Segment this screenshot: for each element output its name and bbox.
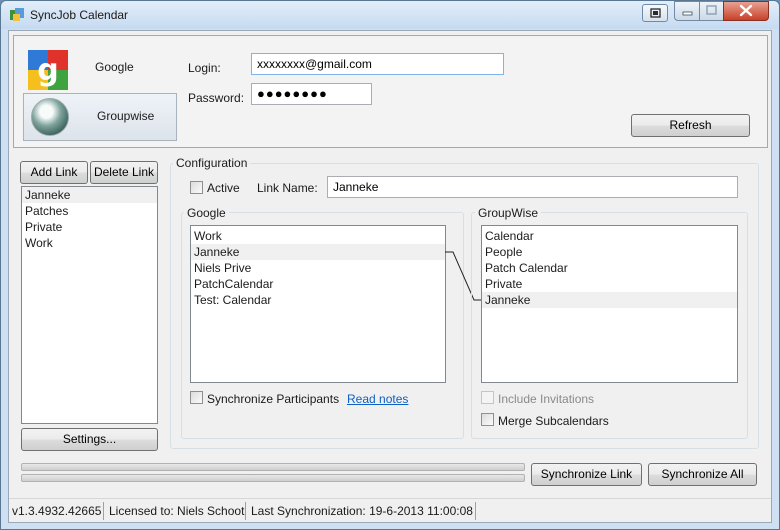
list-item[interactable]: PatchCalendar xyxy=(191,276,445,292)
merge-subcalendars-checkbox[interactable] xyxy=(481,413,494,426)
svg-text:g: g xyxy=(37,53,58,88)
groupwise-logo-icon xyxy=(31,98,69,136)
list-item[interactable]: Calendar xyxy=(482,228,737,244)
main-client-area: g Google Groupwise Login: Password: ●●●●… xyxy=(8,30,772,523)
last-sync-text: Last Synchronization: 19-6-2013 11:00:08 xyxy=(251,504,473,518)
active-label: Active xyxy=(207,181,240,195)
sync-participants-checkbox[interactable] xyxy=(190,391,203,404)
title-bar[interactable]: SyncJob Calendar xyxy=(1,1,779,29)
restore-window-icon xyxy=(650,8,661,18)
groupwise-calendar-list[interactable]: Calendar People Patch Calendar Private J… xyxy=(481,225,738,383)
login-input[interactable] xyxy=(251,53,504,75)
status-divider xyxy=(475,502,476,520)
tab-groupwise[interactable]: Groupwise xyxy=(23,93,177,141)
link-name-input[interactable] xyxy=(327,176,738,198)
links-list[interactable]: Janneke Patches Private Work xyxy=(21,186,158,424)
compact-view-button[interactable] xyxy=(642,4,668,22)
tab-google-label: Google xyxy=(95,60,134,74)
list-item[interactable]: Patch Calendar xyxy=(482,260,737,276)
close-icon xyxy=(739,4,753,17)
login-label: Login: xyxy=(188,61,221,75)
list-item[interactable]: Janneke xyxy=(482,292,737,308)
tab-groupwise-label: Groupwise xyxy=(97,109,155,123)
configuration-title: Configuration xyxy=(173,156,251,170)
list-item[interactable]: Patches xyxy=(22,203,157,219)
refresh-button[interactable]: Refresh xyxy=(631,114,750,137)
password-input[interactable]: ●●●●●●●● xyxy=(251,83,372,105)
minimize-icon xyxy=(682,11,693,16)
add-link-button[interactable]: Add Link xyxy=(20,161,88,184)
list-item[interactable]: Private xyxy=(482,276,737,292)
window-title: SyncJob Calendar xyxy=(30,8,129,22)
groupwise-group-title: GroupWise xyxy=(475,206,542,220)
link-name-label: Link Name: xyxy=(257,181,318,195)
include-invitations-label: Include Invitations xyxy=(498,392,595,406)
google-logo-icon: g xyxy=(28,50,68,90)
merge-subcalendars-label: Merge Subcalendars xyxy=(498,414,609,428)
settings-button[interactable]: Settings... xyxy=(21,428,158,451)
google-group-title: Google xyxy=(184,206,229,220)
list-item[interactable]: People xyxy=(482,244,737,260)
maximize-button[interactable] xyxy=(699,1,724,21)
list-item[interactable]: Janneke xyxy=(191,244,445,260)
minimize-button[interactable] xyxy=(674,1,700,21)
sync-all-button[interactable]: Synchronize All xyxy=(648,463,757,486)
list-item[interactable]: Work xyxy=(191,228,445,244)
list-item[interactable]: Test: Calendar xyxy=(191,292,445,308)
include-invitations-checkbox[interactable] xyxy=(481,391,494,404)
account-panel: g Google Groupwise Login: Password: ●●●●… xyxy=(13,35,768,148)
read-notes-link[interactable]: Read notes xyxy=(347,392,408,406)
list-item[interactable]: Niels Prive xyxy=(191,260,445,276)
link-progress-bar xyxy=(21,463,525,471)
license-text: Licensed to: Niels Schoot xyxy=(109,504,245,518)
active-checkbox[interactable] xyxy=(190,181,203,194)
sync-link-button[interactable]: Synchronize Link xyxy=(531,463,642,486)
total-progress-bar xyxy=(21,474,525,482)
google-calendar-list[interactable]: Work Janneke Niels Prive PatchCalendar T… xyxy=(190,225,446,383)
calendar-sync-icon xyxy=(10,8,24,21)
list-item[interactable]: Private xyxy=(22,219,157,235)
version-text: v1.3.4932.42665 xyxy=(12,504,102,518)
delete-link-button[interactable]: Delete Link xyxy=(90,161,158,184)
close-button[interactable] xyxy=(723,1,769,21)
status-divider xyxy=(245,502,246,520)
status-bar: v1.3.4932.42665 Licensed to: Niels Schoo… xyxy=(9,498,771,522)
list-item[interactable]: Janneke xyxy=(22,187,157,203)
tab-google[interactable]: g Google xyxy=(23,41,177,90)
sync-participants-label: Synchronize Participants xyxy=(207,392,340,406)
app-window: SyncJob Calendar g Google Groupwise Logi… xyxy=(0,0,780,530)
password-label: Password: xyxy=(188,91,245,105)
status-divider xyxy=(103,502,104,520)
maximize-icon xyxy=(706,5,717,15)
list-item[interactable]: Work xyxy=(22,235,157,251)
